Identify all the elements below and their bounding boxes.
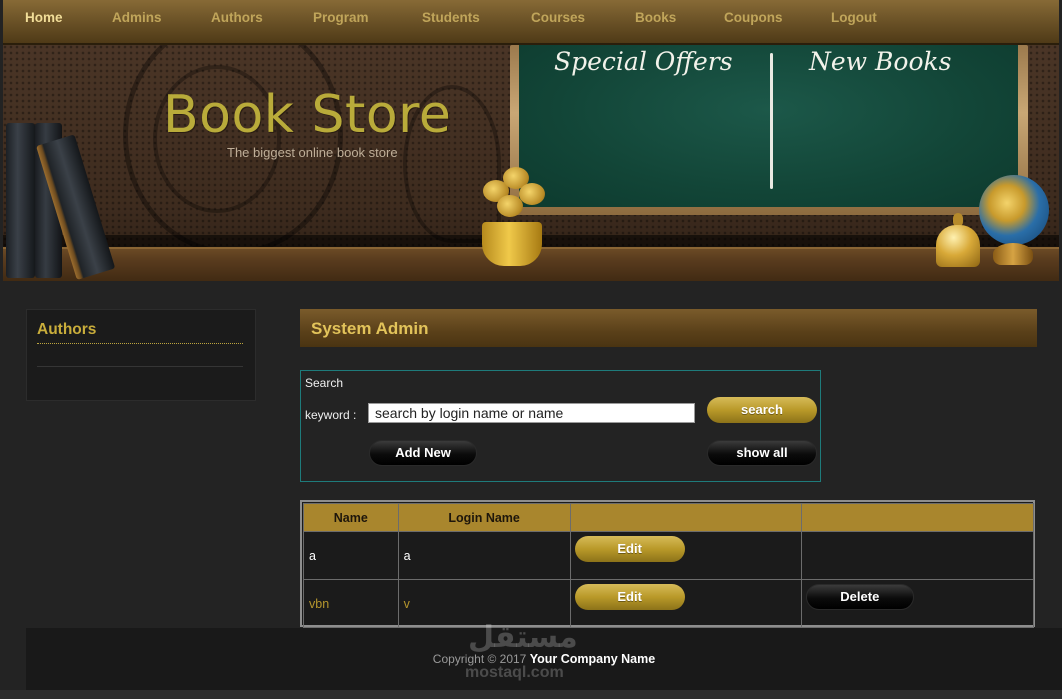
column-header-name: Name	[303, 503, 399, 532]
sidebar-divider	[37, 366, 243, 367]
nav-books[interactable]: Books	[635, 10, 676, 25]
edit-button[interactable]: Edit	[574, 583, 685, 610]
table-row: a a Edit	[303, 531, 1035, 580]
column-header-delete	[800, 503, 1035, 532]
top-navigation: Home Admins Authors Program Students Cou…	[3, 0, 1059, 45]
search-panel: Search keyword : search Add New show all	[300, 370, 821, 482]
plant-leaf	[497, 195, 523, 217]
cell-delete	[800, 531, 1035, 580]
section-heading: System Admin	[300, 309, 1037, 347]
sidebar-title: Authors	[37, 321, 97, 338]
nav-students[interactable]: Students	[422, 10, 480, 25]
show-all-button[interactable]: show all	[707, 440, 817, 466]
plant-leaf	[519, 183, 545, 205]
site-title: Book Store	[163, 85, 452, 145]
new-books-label: New Books	[809, 47, 952, 76]
special-offers-label: Special Offers	[554, 47, 733, 76]
header-banner: Book Store The biggest online book store…	[3, 45, 1059, 281]
keyword-label: keyword :	[305, 408, 357, 422]
table-header-row: Name Login Name	[303, 503, 1035, 532]
bottom-strip	[0, 690, 1062, 699]
delete-button[interactable]: Delete	[805, 583, 914, 610]
cell-login: a	[397, 531, 571, 580]
search-input[interactable]	[368, 403, 695, 423]
chalkboard: Special Offers New Books	[510, 45, 1028, 215]
nav-courses[interactable]: Courses	[531, 10, 585, 25]
nav-logout[interactable]: Logout	[831, 10, 877, 25]
add-new-button[interactable]: Add New	[369, 440, 477, 466]
edit-button[interactable]: Edit	[574, 535, 685, 562]
globe-icon	[979, 175, 1049, 245]
cell-edit: Edit	[569, 531, 802, 580]
page-title: System Admin	[311, 319, 429, 338]
sidebar-panel: Authors	[26, 309, 256, 401]
nav-program[interactable]: Program	[313, 10, 369, 25]
flower-pot	[482, 222, 542, 266]
chalkboard-surface: Special Offers New Books	[519, 45, 1018, 207]
watermark-url: mostaql.com	[465, 664, 564, 681]
column-header-edit	[569, 503, 802, 532]
bell-icon	[936, 225, 980, 267]
cell-name: a	[303, 531, 399, 580]
site-tagline: The biggest online book store	[227, 145, 398, 160]
book-illustration	[6, 123, 35, 278]
cell-name: vbn	[303, 579, 399, 628]
nav-admins[interactable]: Admins	[112, 10, 162, 25]
nav-coupons[interactable]: Coupons	[724, 10, 783, 25]
admins-table: Name Login Name a a Edit vbn v Edit Dele…	[300, 500, 1035, 628]
search-panel-label: Search	[305, 376, 344, 390]
sidebar-title-underline	[37, 343, 243, 344]
column-header-login: Login Name	[397, 503, 571, 532]
cell-delete: Delete	[800, 579, 1035, 628]
table-row: vbn v Edit Delete	[303, 579, 1035, 628]
nav-home[interactable]: Home	[25, 10, 63, 25]
watermark-logo: مستقل	[468, 620, 578, 655]
cell-edit: Edit	[569, 579, 802, 628]
nav-authors[interactable]: Authors	[211, 10, 263, 25]
chalkboard-divider	[770, 53, 773, 189]
globe-stand	[993, 243, 1033, 265]
search-button[interactable]: search	[707, 397, 817, 423]
